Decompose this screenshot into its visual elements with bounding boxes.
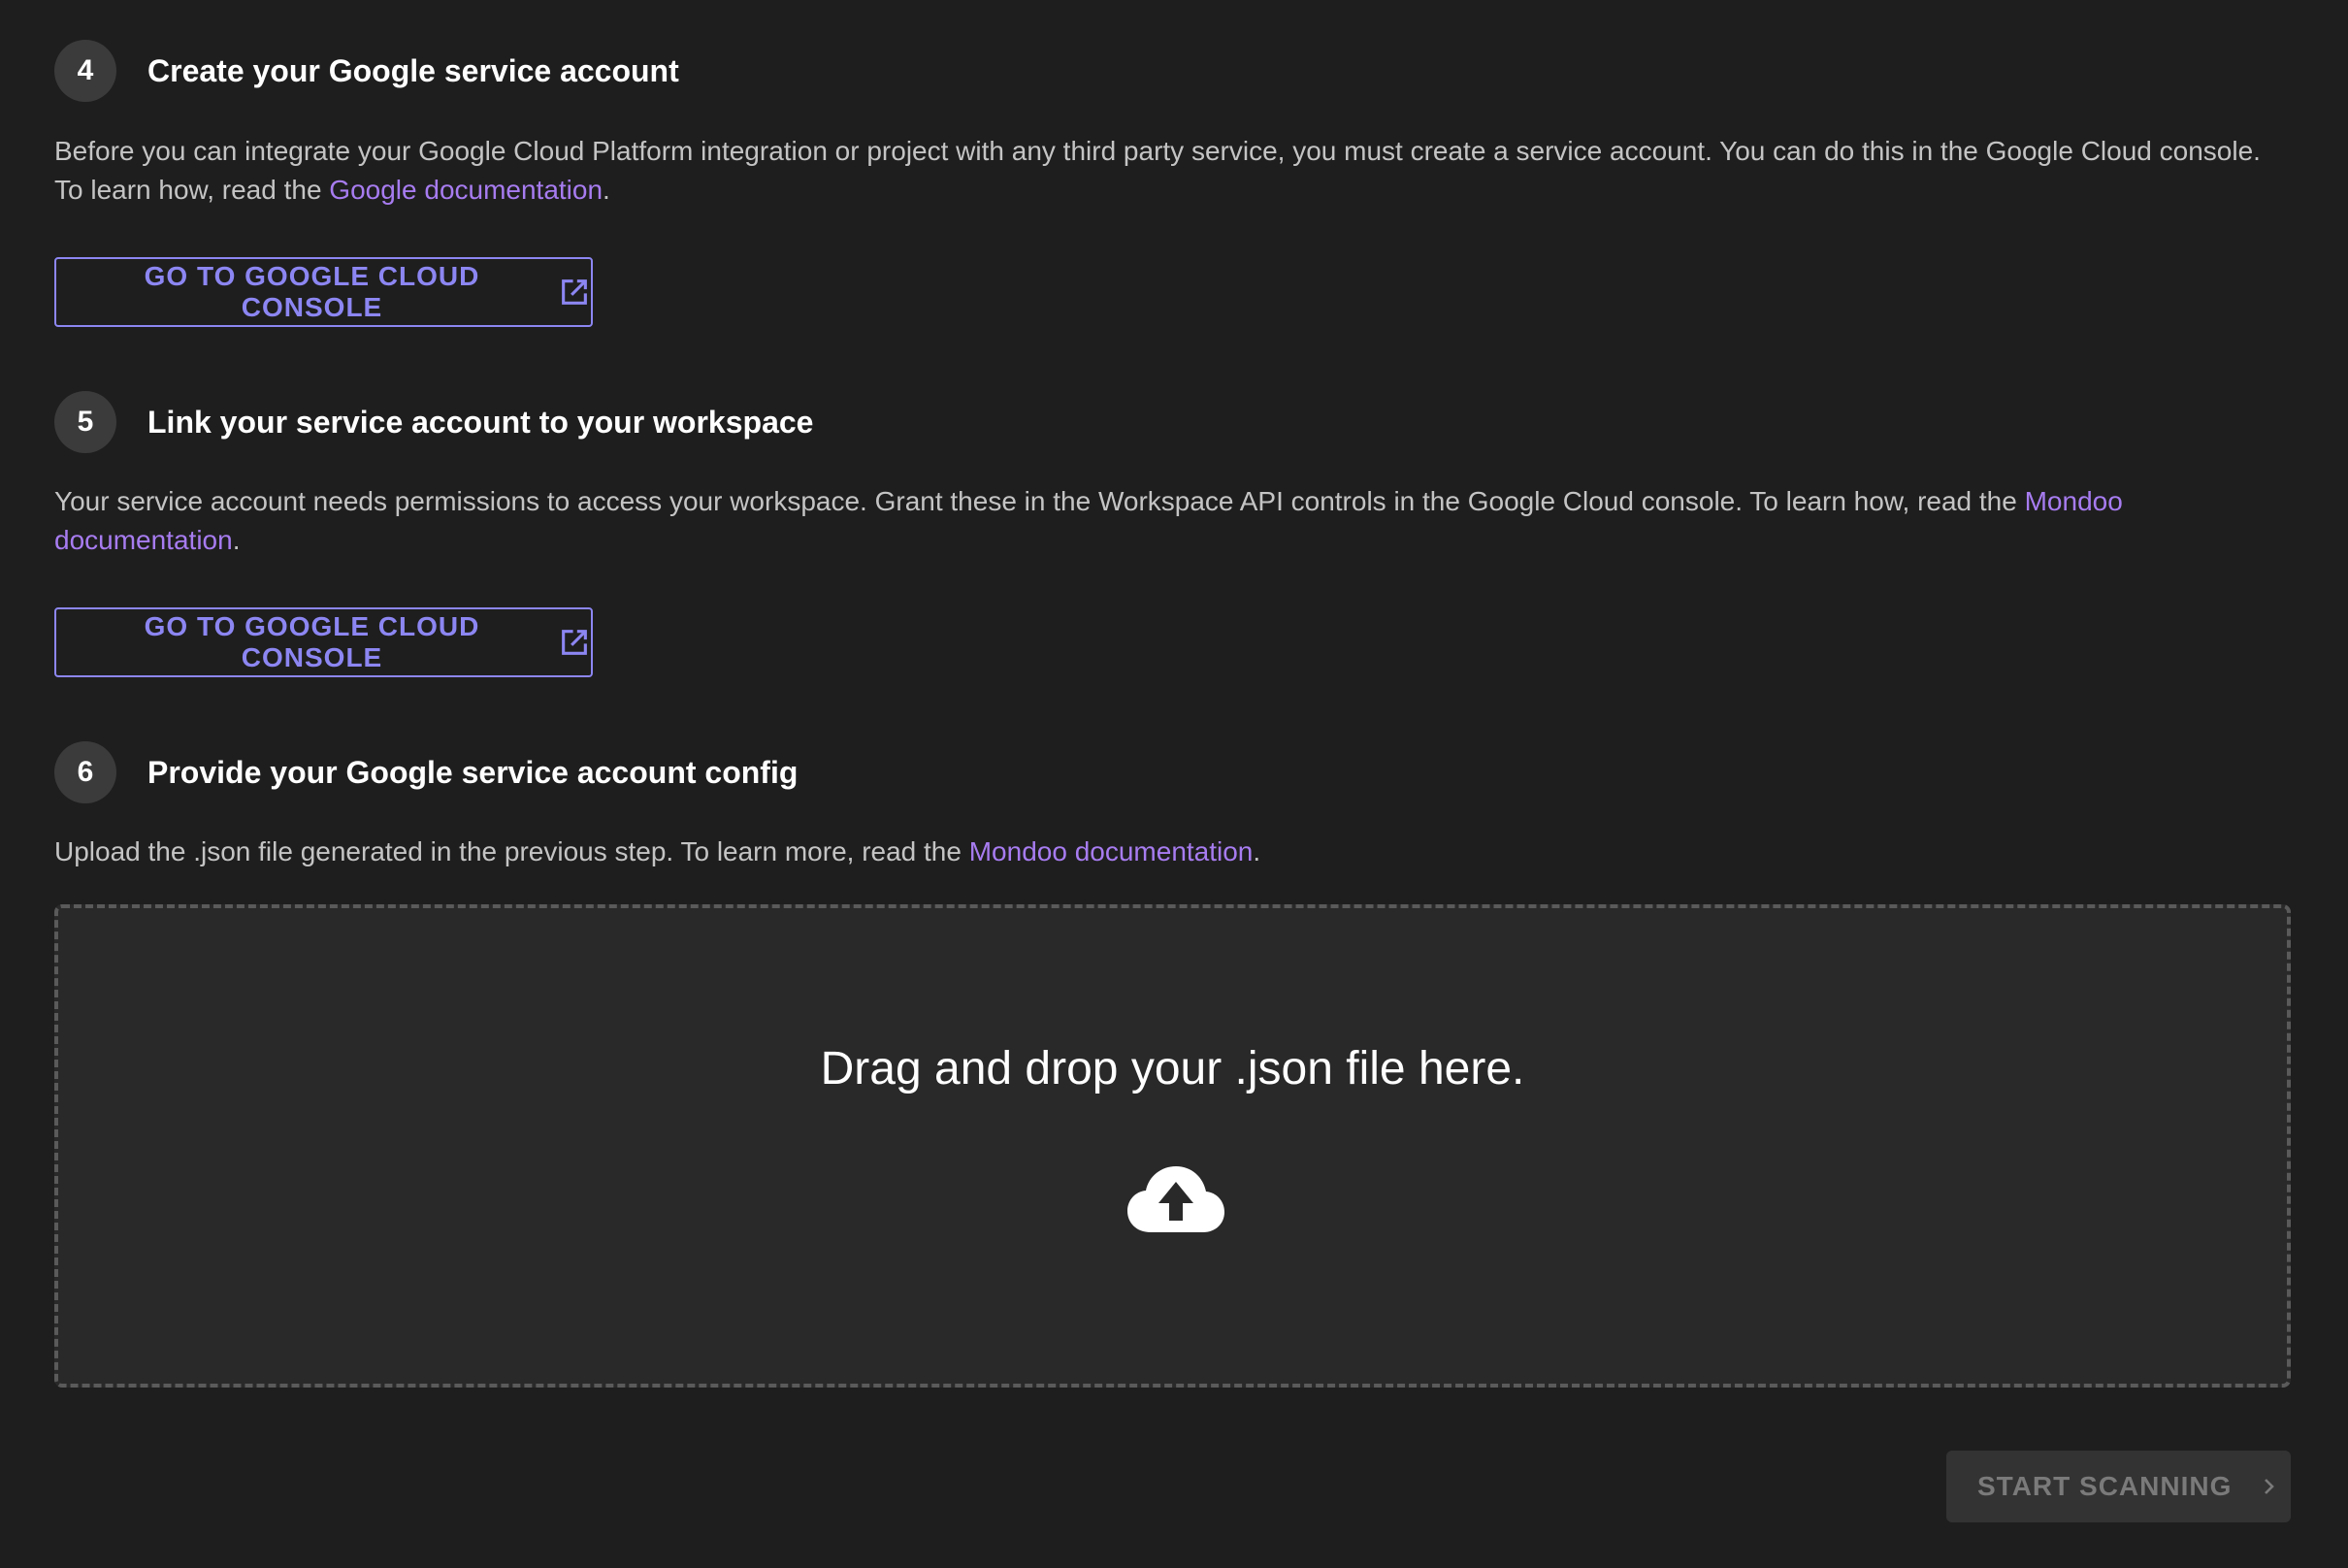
step-5-description-text: Your service account needs permissions t… (54, 486, 2025, 516)
step-4-title: Create your Google service account (147, 52, 679, 88)
step-6-description-text: Upload the .json file generated in the p… (54, 836, 969, 866)
step-5-number: 5 (54, 391, 116, 453)
start-scanning-label: START SCANNING (1977, 1471, 2233, 1501)
step-4-number: 4 (54, 40, 116, 102)
console-button-label: GO TO GOOGLE CLOUD CONSOLE (144, 261, 480, 322)
console-button-label: GO TO GOOGLE CLOUD CONSOLE (144, 611, 480, 672)
step-6-description: Upload the .json file generated in the p… (54, 833, 2286, 871)
step-6-header: 6 Provide your Google service account co… (54, 741, 798, 803)
chevron-right-icon (2257, 1475, 2280, 1498)
step-5-title: Link your service account to your worksp… (147, 404, 814, 440)
step-5-description-end: . (232, 525, 241, 555)
step-4-header: 4 Create your Google service account (54, 40, 679, 102)
step-5-description: Your service account needs permissions t… (54, 482, 2286, 560)
go-to-google-cloud-console-button-step-4[interactable]: GO TO GOOGLE CLOUD CONSOLE (54, 257, 593, 327)
json-file-dropzone[interactable]: Drag and drop your .json file here. (54, 904, 2291, 1388)
mondoo-documentation-link-step-6[interactable]: Mondoo documentation (969, 836, 1254, 866)
dropzone-text: Drag and drop your .json file here. (820, 1043, 1525, 1094)
start-scanning-button[interactable]: START SCANNING (1946, 1451, 2291, 1522)
step-5-header: 5 Link your service account to your work… (54, 391, 813, 453)
google-documentation-link[interactable]: Google documentation (329, 175, 603, 205)
step-4-description-end: . (603, 175, 610, 205)
external-link-icon (558, 626, 591, 659)
cloud-upload-icon (1125, 1164, 1226, 1234)
go-to-google-cloud-console-button-step-5[interactable]: GO TO GOOGLE CLOUD CONSOLE (54, 607, 593, 677)
setup-page: 4 Create your Google service account Bef… (0, 0, 2348, 1568)
step-6-title: Provide your Google service account conf… (147, 754, 799, 790)
step-6-number: 6 (54, 741, 116, 803)
step-4-description: Before you can integrate your Google Clo… (54, 132, 2286, 210)
step-6-description-end: . (1253, 836, 1261, 866)
external-link-icon (558, 276, 591, 309)
